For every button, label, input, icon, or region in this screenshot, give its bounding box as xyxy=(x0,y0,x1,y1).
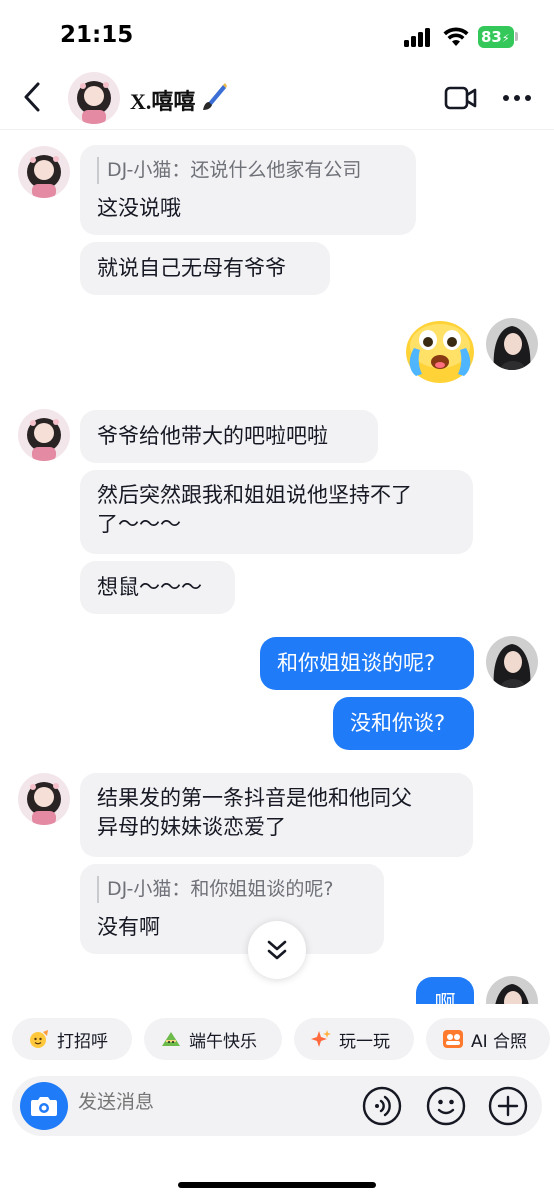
message-text-line: 结果发的第一条抖音是他和他同父 xyxy=(97,786,412,810)
message-text: 爷爷给他带大的吧啦吧啦 xyxy=(97,424,328,448)
status-bar: 21:15 83⚡ xyxy=(0,0,554,64)
my-avatar[interactable] xyxy=(486,976,538,1004)
message-bubble[interactable]: 爷爷给他带大的吧啦吧啦 xyxy=(80,410,378,463)
video-call-icon[interactable] xyxy=(444,85,478,111)
cellular-signal-icon xyxy=(404,27,434,47)
quoted-message[interactable]: DJ-小猫：和你姐姐谈的呢? xyxy=(97,876,367,903)
message-composer xyxy=(12,1076,542,1136)
quick-action-ai-photo[interactable]: AI 合照 xyxy=(426,1018,550,1060)
more-options-icon[interactable] xyxy=(502,94,532,102)
quick-action-dragon-boat[interactable]: 端午快乐 xyxy=(144,1018,282,1060)
my-message-bubble[interactable]: 啊 xyxy=(416,977,474,1004)
status-time: 21:15 xyxy=(60,22,134,48)
my-message-bubble[interactable]: 和你姐姐谈的呢? xyxy=(260,637,474,690)
camera-icon xyxy=(31,1097,57,1116)
message-bubble[interactable]: 就说自己无母有爷爷 xyxy=(80,242,330,295)
contact-avatar[interactable] xyxy=(18,773,70,825)
ai-photo-icon xyxy=(443,1030,463,1048)
battery-cap xyxy=(515,32,518,41)
message-text-line: 然后突然跟我和姐姐说他坚持不了 xyxy=(97,483,412,507)
scroll-to-bottom-button[interactable] xyxy=(248,921,306,979)
quick-action-label: 玩一玩 xyxy=(339,1031,390,1052)
message-text: 就说自己无母有爷爷 xyxy=(97,256,286,280)
chat-header: X.嘻嘻 xyxy=(0,64,554,130)
message-text-line: 异母的妹妹谈恋爱了 xyxy=(97,815,286,839)
my-avatar[interactable] xyxy=(486,318,538,370)
wave-emoji-icon xyxy=(30,1030,48,1048)
zongzi-icon xyxy=(162,1032,180,1046)
contact-avatar[interactable] xyxy=(68,72,120,124)
contact-name[interactable]: X.嘻嘻 xyxy=(130,84,195,116)
contact-avatar[interactable] xyxy=(18,409,70,461)
battery-level: 83 xyxy=(481,28,502,46)
message-input[interactable] xyxy=(78,1091,338,1113)
home-indicator xyxy=(178,1182,376,1188)
message-text: 啊 xyxy=(434,991,456,1004)
message-text: 没有啊 xyxy=(97,915,160,939)
my-avatar[interactable] xyxy=(486,636,538,688)
quick-action-label: 打招呼 xyxy=(57,1031,108,1052)
message-text: 和你姐姐谈的呢? xyxy=(277,651,436,675)
my-message-bubble[interactable]: 没和你谈? xyxy=(333,697,474,750)
message-text: 这没说哦 xyxy=(97,196,181,220)
camera-button[interactable] xyxy=(20,1082,68,1130)
battery-indicator: 83⚡ xyxy=(478,26,514,48)
contact-avatar[interactable] xyxy=(18,146,70,198)
message-bubble[interactable]: 结果发的第一条抖音是他和他同父 异母的妹妹谈恋爱了 xyxy=(80,773,473,857)
add-plus-icon[interactable] xyxy=(488,1086,528,1126)
double-chevron-down-icon xyxy=(267,940,287,960)
quick-action-label: AI 合照 xyxy=(471,1031,528,1052)
message-text: 没和你谈? xyxy=(350,711,446,735)
quick-action-label: 端午快乐 xyxy=(189,1031,257,1052)
wifi-icon xyxy=(443,27,469,46)
sparkle-icon xyxy=(311,1030,331,1047)
message-bubble-with-reply[interactable]: DJ-小猫：和你姐姐谈的呢? 没有啊 xyxy=(80,864,384,954)
voice-message-icon[interactable] xyxy=(362,1086,402,1126)
emoji-icon[interactable] xyxy=(426,1086,466,1126)
message-text: 想鼠～～～ xyxy=(97,575,202,599)
quick-actions-bar: 打招呼 端午快乐 玩一玩 AI 合照 xyxy=(0,1012,554,1066)
quick-action-play[interactable]: 玩一玩 xyxy=(294,1018,414,1060)
back-button[interactable] xyxy=(18,78,48,116)
message-bubble[interactable]: 想鼠～～～ xyxy=(80,561,235,614)
crying-face-sticker[interactable] xyxy=(404,318,476,384)
paintbrush-icon xyxy=(203,83,227,110)
message-bubble[interactable]: 然后突然跟我和姐姐说他坚持不了 了～～～ xyxy=(80,470,473,554)
message-bubble-with-reply[interactable]: DJ-小猫：还说什么他家有公司 这没说哦 xyxy=(80,145,416,235)
quick-action-greet[interactable]: 打招呼 xyxy=(12,1018,132,1060)
quoted-message[interactable]: DJ-小猫：还说什么他家有公司 xyxy=(97,157,399,184)
message-text-line: 了～～～ xyxy=(97,512,181,536)
